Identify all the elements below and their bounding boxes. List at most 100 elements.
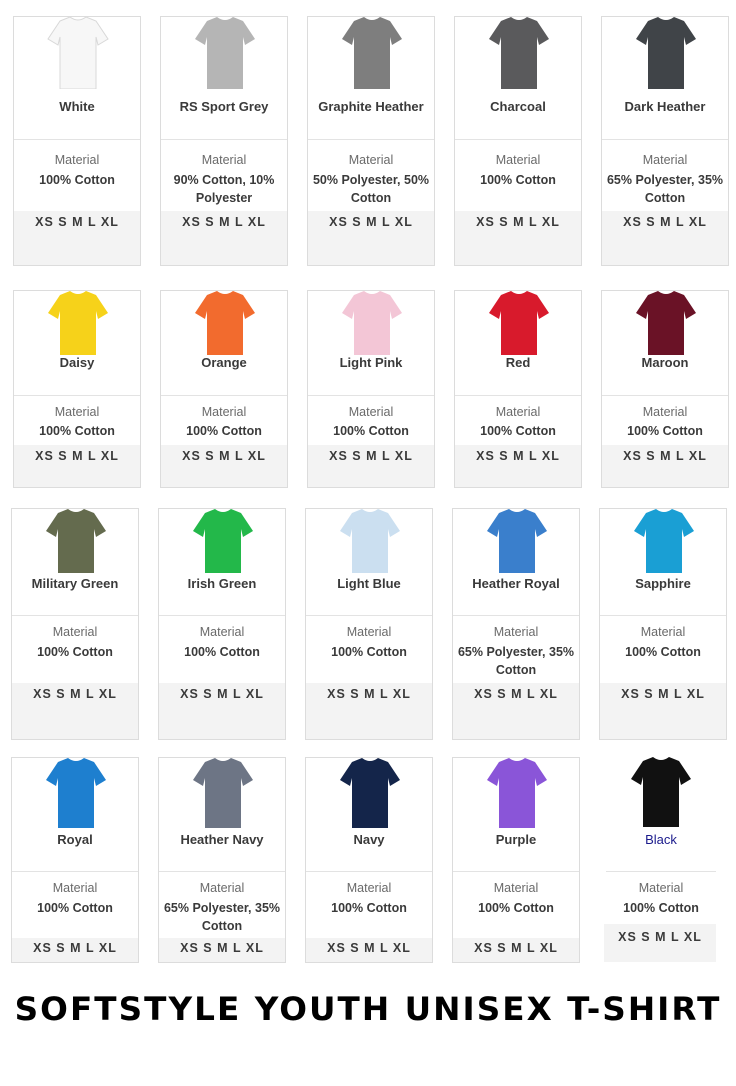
size-options[interactable]: XS S M L XL (33, 941, 117, 955)
product-card-navy[interactable]: Navy Material 100% Cotton XS S M L XL (305, 757, 433, 963)
size-options[interactable]: XS S M L XL (327, 687, 411, 701)
material-value: 90% Cotton, 10% Polyester (173, 173, 275, 205)
size-list: XS S M L XL (12, 938, 138, 962)
divider (455, 139, 581, 140)
material-label: Material (201, 153, 247, 167)
tshirt-icon (453, 758, 579, 830)
product-name: Charcoal (490, 99, 546, 114)
material-value: 100% Cotton (186, 424, 262, 438)
tshirt-icon (308, 17, 434, 89)
product-card-light-blue[interactable]: Light Blue Material 100% Cotton XS S M L… (305, 508, 433, 740)
divider (602, 139, 728, 140)
product-card-red[interactable]: Red Material 100% Cotton XS S M L XL (454, 290, 582, 488)
size-options[interactable]: XS S M L XL (623, 449, 707, 463)
size-options[interactable]: XS S M L XL (476, 449, 560, 463)
material-label: Material (495, 153, 541, 167)
product-name: Light Blue (337, 576, 401, 591)
divider (14, 395, 140, 396)
size-list: XS S M L XL (308, 211, 434, 265)
size-options[interactable]: XS S M L XL (621, 687, 705, 701)
material-value: 100% Cotton (623, 901, 699, 915)
product-name: Dark Heather (624, 99, 706, 114)
tshirt-icon (12, 758, 138, 830)
material-label: Material (348, 153, 394, 167)
product-card-black[interactable]: Black Material 100% Cotton XS S M L XL (602, 757, 720, 963)
size-options[interactable]: XS S M L XL (182, 449, 266, 463)
material-value: 65% Polyester, 35% Cotton (163, 901, 281, 933)
size-options[interactable]: XS S M L XL (35, 215, 119, 229)
size-options[interactable]: XS S M L XL (476, 215, 560, 229)
size-list: XS S M L XL (455, 211, 581, 265)
product-card-irish-green[interactable]: Irish Green Material 100% Cotton XS S M … (158, 508, 286, 740)
divider (308, 139, 434, 140)
product-card-daisy[interactable]: Daisy Material 100% Cotton XS S M L XL (13, 290, 141, 488)
product-name: RS Sport Grey (179, 99, 269, 114)
material-value: 65% Polyester, 35% Cotton (457, 645, 575, 677)
divider (306, 871, 432, 872)
tshirt-icon (161, 291, 287, 363)
size-list: XS S M L XL (600, 683, 726, 739)
size-options[interactable]: XS S M L XL (180, 687, 264, 701)
size-options[interactable]: XS S M L XL (182, 215, 266, 229)
size-list: XS S M L XL (161, 211, 287, 265)
product-name: Red (505, 355, 531, 370)
size-options[interactable]: XS S M L XL (474, 687, 558, 701)
product-name: Sapphire (635, 576, 691, 591)
product-name: Graphite Heather (318, 99, 424, 114)
product-name: Navy (353, 832, 385, 847)
product-card-military-green[interactable]: Military Green Material 100% Cotton XS S… (11, 508, 139, 740)
tshirt-icon (306, 758, 432, 830)
tshirt-icon (14, 291, 140, 363)
size-options[interactable]: XS S M L XL (180, 941, 264, 955)
divider (455, 395, 581, 396)
product-card-heather-royal[interactable]: Heather Royal Material 65% Polyester, 35… (452, 508, 580, 740)
product-name: Light Pink (339, 355, 403, 370)
material-label: Material (54, 405, 100, 419)
size-list: XS S M L XL (453, 683, 579, 739)
size-list: XS S M L XL (455, 445, 581, 487)
product-card-purple[interactable]: Purple Material 100% Cotton XS S M L XL (452, 757, 580, 963)
tshirt-icon (159, 758, 285, 830)
size-options[interactable]: XS S M L XL (618, 930, 702, 944)
product-name: Purple (495, 832, 537, 847)
product-card-charcoal[interactable]: Charcoal Material 100% Cotton XS S M L X… (454, 16, 582, 266)
divider (602, 395, 728, 396)
product-card-heather-navy[interactable]: Heather Navy Material 65% Polyester, 35%… (158, 757, 286, 963)
tshirt-icon (455, 291, 581, 363)
size-options[interactable]: XS S M L XL (329, 215, 413, 229)
size-options[interactable]: XS S M L XL (327, 941, 411, 955)
material-label: Material (638, 881, 684, 895)
product-card-orange[interactable]: Orange Material 100% Cotton XS S M L XL (160, 290, 288, 488)
product-card-royal[interactable]: Royal Material 100% Cotton XS S M L XL (11, 757, 139, 963)
material-label: Material (346, 881, 392, 895)
material-value: 100% Cotton (331, 901, 407, 915)
product-card-rs-sport-grey[interactable]: RS Sport Grey Material 90% Cotton, 10% P… (160, 16, 288, 266)
material-label: Material (640, 625, 686, 639)
size-options[interactable]: XS S M L XL (329, 449, 413, 463)
size-options[interactable]: XS S M L XL (474, 941, 558, 955)
tshirt-icon (308, 291, 434, 363)
product-card-white[interactable]: White Material 100% Cotton XS S M L XL (13, 16, 141, 266)
product-card-dark-heather[interactable]: Dark Heather Material 65% Polyester, 35%… (601, 16, 729, 266)
material-label: Material (199, 881, 245, 895)
divider (12, 615, 138, 616)
size-options[interactable]: XS S M L XL (33, 687, 117, 701)
material-label: Material (495, 405, 541, 419)
tshirt-icon (306, 509, 432, 581)
size-list: XS S M L XL (453, 938, 579, 962)
size-options[interactable]: XS S M L XL (35, 449, 119, 463)
product-card-light-pink[interactable]: Light Pink Material 100% Cotton XS S M L… (307, 290, 435, 488)
size-list: XS S M L XL (602, 211, 728, 265)
size-options[interactable]: XS S M L XL (623, 215, 707, 229)
material-value: 100% Cotton (331, 645, 407, 659)
product-name: Orange (201, 355, 247, 370)
size-list: XS S M L XL (159, 938, 285, 962)
material-label: Material (642, 153, 688, 167)
product-card-maroon[interactable]: Maroon Material 100% Cotton XS S M L XL (601, 290, 729, 488)
size-list: XS S M L XL (12, 683, 138, 739)
tshirt-icon (600, 509, 726, 581)
product-card-sapphire[interactable]: Sapphire Material 100% Cotton XS S M L X… (599, 508, 727, 740)
material-value: 100% Cotton (37, 901, 113, 915)
product-card-graphite-heather[interactable]: Graphite Heather Material 50% Polyester,… (307, 16, 435, 266)
material-value: 100% Cotton (184, 645, 260, 659)
